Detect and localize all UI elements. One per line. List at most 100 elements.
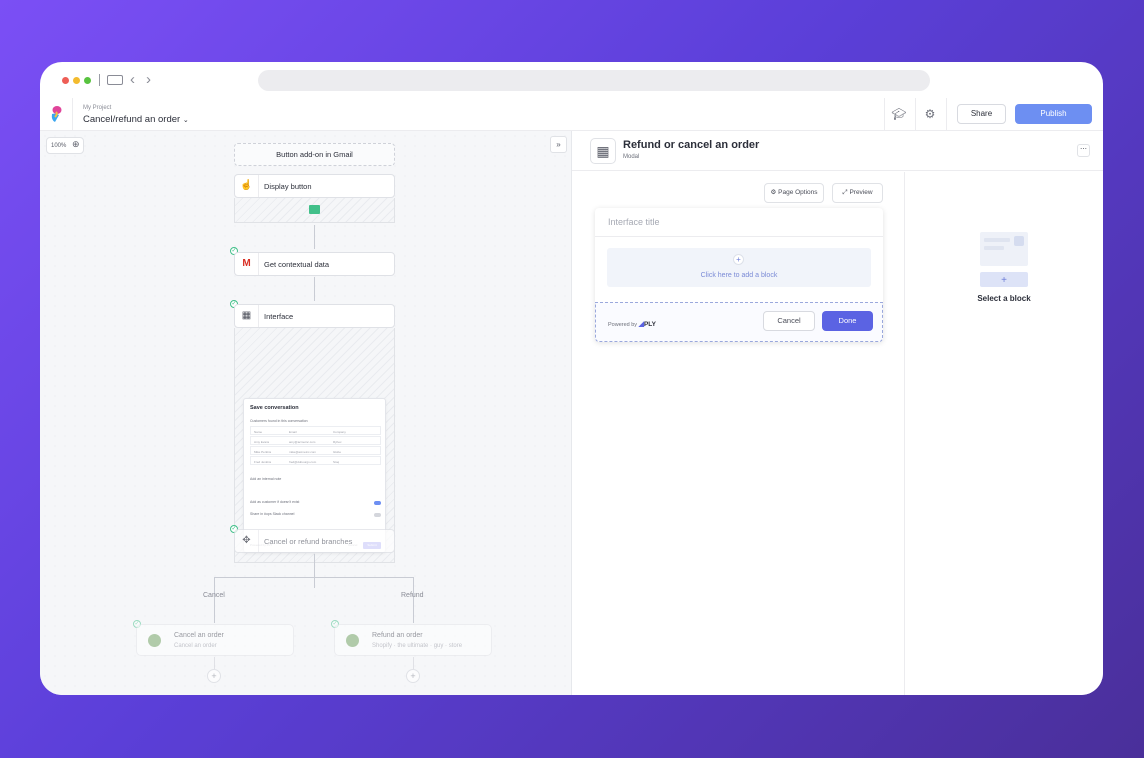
publish-button[interactable]: Publish	[1015, 104, 1092, 124]
app-header: My Project Cancel/refund an order ⌄ 🎓︎ ⚙…	[40, 98, 1103, 131]
modal-preview: Interface title + Click here to add a bl…	[595, 208, 883, 342]
trigger-label: Button add-on in Gmail	[276, 150, 353, 159]
interface-editor: ⚙ Page Options ⤢ Preview Interface title…	[572, 172, 905, 695]
header-separator	[72, 98, 73, 131]
sidebar-toggle-icon[interactable]	[107, 75, 123, 85]
gmail-icon: M	[235, 253, 259, 275]
preview-table-row: Mike Perkins mike@acmeinc.com Globe	[250, 446, 381, 455]
add-step-button[interactable]: +	[406, 669, 420, 683]
node-cancel-or-refund-branches[interactable]: ✥ Cancel or refund branches	[234, 529, 395, 553]
header-separator	[915, 98, 916, 131]
grid-icon: ▦	[235, 305, 259, 327]
node-cancel-an-order[interactable]: Cancel an order Cancel an order	[136, 624, 294, 656]
zoom-level: 100%	[51, 143, 67, 149]
minimize-window-button[interactable]	[73, 77, 80, 84]
more-options-icon[interactable]: ⋯	[1077, 144, 1090, 157]
branch-icon: ✥	[235, 530, 259, 552]
preview-title: Save conversation	[250, 405, 299, 411]
preview-toggle-off	[374, 513, 381, 517]
shopify-icon	[346, 634, 359, 647]
chrome-separator	[99, 74, 100, 86]
block-inspector: + Select a block	[906, 172, 1103, 695]
node-label: Cancel or refund branches	[264, 537, 353, 546]
preview-note-label: Add an internal note	[250, 477, 282, 481]
plus-icon: +	[733, 254, 744, 265]
preview-cell: Ryhex	[333, 439, 342, 444]
interface-title-field[interactable]: Interface title	[608, 217, 660, 227]
app-logo-icon	[51, 106, 62, 122]
node-label: Refund an order	[372, 632, 423, 639]
expand-icon: ⤢	[842, 189, 848, 196]
select-block-label: Select a block	[977, 294, 1031, 303]
node-interface[interactable]: ▦ Interface	[234, 304, 395, 328]
divider	[595, 236, 883, 237]
node-label: Get contextual data	[264, 260, 330, 269]
branch-line	[214, 577, 215, 623]
node-display-button[interactable]: ☝ Display button	[234, 174, 395, 198]
preview-cell: Stoq	[333, 459, 340, 464]
page-options-label: Page Options	[778, 189, 818, 196]
panel-subtitle: Modal	[623, 154, 640, 160]
page-options-button[interactable]: ⚙ Page Options	[764, 183, 824, 203]
panel-title: Refund or cancel an order	[623, 139, 760, 151]
branch-line	[413, 577, 414, 623]
project-name-dropdown[interactable]: Cancel/refund an order ⌄	[83, 114, 189, 125]
recenter-icon[interactable]: ⊕	[72, 139, 80, 150]
preview-cell: amy@acmeinc.com	[289, 439, 316, 444]
connector-line	[214, 657, 215, 669]
connector-line	[413, 657, 414, 669]
preview-cell: mike@acmeinc.com	[289, 449, 317, 454]
preview-subtitle: Customers found in this conversation	[250, 419, 308, 423]
project-name: Cancel/refund an order	[83, 114, 181, 125]
add-step-button[interactable]: +	[207, 669, 221, 683]
button-preview-icon	[309, 205, 320, 214]
preview-toggle1-label: Add as customer if doesn't exist	[250, 500, 300, 504]
shopify-icon	[148, 634, 161, 647]
branch-line	[214, 577, 414, 578]
hand-pointer-icon: ☝	[235, 175, 259, 197]
header-separator	[884, 98, 885, 131]
chevron-down-icon: ⌄	[182, 117, 189, 124]
address-bar[interactable]	[258, 70, 930, 91]
node-subtitle: Shopify · the ultimate · guy · store	[372, 643, 463, 649]
powered-by: Powered by ◢PLY	[608, 320, 656, 328]
modal-footer[interactable]: Powered by ◢PLY Cancel Done	[595, 302, 883, 342]
share-button[interactable]: Share	[957, 104, 1006, 124]
preview-header-cell: Name	[254, 429, 263, 434]
preview-cell: Amy Evans	[254, 439, 270, 444]
graduation-cap-icon[interactable]: 🎓︎	[891, 106, 907, 122]
add-block-label: Click here to add a block	[700, 272, 778, 279]
collapse-panel-button[interactable]: »	[550, 136, 567, 153]
done-button[interactable]: Done	[822, 311, 873, 331]
detail-panel: ▦ Refund or cancel an order Modal ⋯ ⚙ Pa…	[571, 131, 1103, 695]
preview-cell: fred@dubourgs.com	[289, 459, 317, 464]
cancel-button[interactable]: Cancel	[763, 311, 815, 331]
node-label: Display button	[264, 182, 312, 191]
maximize-window-button[interactable]	[84, 77, 91, 84]
trigger-node[interactable]: Button add-on in Gmail	[234, 143, 395, 166]
powered-by-label: Powered by	[608, 322, 638, 328]
forward-icon[interactable]: ›	[146, 72, 151, 88]
preview-cell: Globe	[333, 449, 342, 454]
branch-label-cancel: Cancel	[203, 592, 225, 599]
node-label: Cancel an order	[174, 632, 224, 639]
preview-toggle-on	[374, 501, 381, 505]
preview-table-row: Fred Jenkins fred@dubourgs.com Stoq	[250, 456, 381, 465]
grid-icon: ▦	[590, 138, 616, 164]
preview-table-row: Amy Evans amy@acmeinc.com Ryhex	[250, 436, 381, 445]
connector-line	[314, 225, 315, 249]
gear-icon[interactable]: ⚙	[922, 106, 938, 122]
svg-text:+: +	[1001, 275, 1007, 286]
node-get-contextual-data[interactable]: M Get contextual data	[234, 252, 395, 276]
node-preview-area	[234, 198, 395, 223]
branch-label-refund: Refund	[401, 592, 424, 599]
back-icon[interactable]: ‹	[130, 72, 135, 88]
workflow-canvas[interactable]: 100% ⊕ » Button add-on in Gmail ☝ Displa…	[40, 131, 571, 695]
add-block-area[interactable]: + Click here to add a block	[607, 248, 871, 287]
preview-button[interactable]: ⤢ Preview	[832, 183, 883, 203]
browser-window: ‹ › My Project Cancel/refund an order ⌄ …	[40, 62, 1103, 695]
node-refund-an-order[interactable]: Refund an order Shopify · the ultimate ·…	[334, 624, 492, 656]
close-window-button[interactable]	[62, 77, 69, 84]
preview-cell: Mike Perkins	[254, 449, 272, 454]
zoom-control[interactable]: 100% ⊕	[46, 137, 84, 154]
